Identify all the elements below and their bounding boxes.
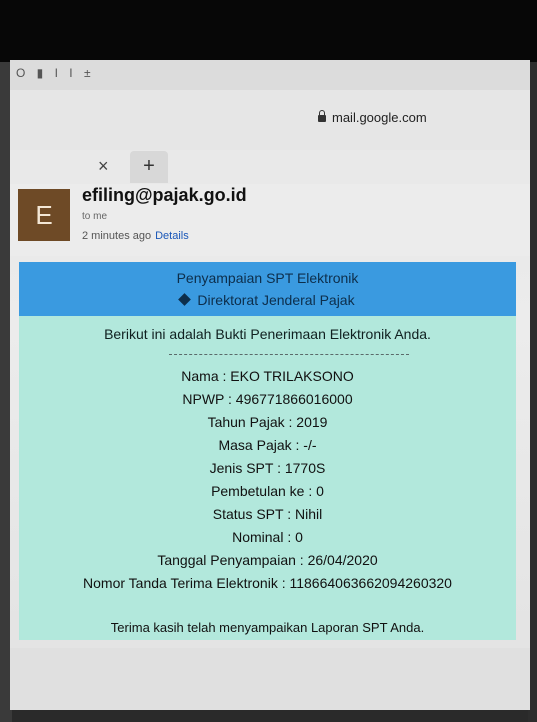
new-tab-button[interactable]: + — [130, 151, 168, 183]
field-nominal: Nominal : 0 — [232, 529, 303, 545]
field-tanggal: Tanggal Penyampaian : 26/04/2020 — [157, 552, 378, 568]
dashed-divider — [169, 354, 409, 355]
banner-subtitle-line: Direktorat Jenderal Pajak — [19, 292, 516, 308]
details-link[interactable]: Details — [155, 230, 189, 242]
banner-title: Penyampaian SPT Elektronik — [176, 270, 359, 286]
email-timestamp: 2 minutes ago Details — [82, 230, 189, 242]
field-nama: Nama : EKO TRILAKSONO — [181, 368, 354, 384]
email-header: E efiling@pajak.go.id to me 2 minutes ag… — [10, 184, 530, 256]
tab-bar: × + — [10, 150, 530, 184]
photo-dark-top — [0, 0, 537, 62]
banner-subtitle: Direktorat Jenderal Pajak — [197, 292, 355, 308]
field-status-spt: Status SPT : Nihil — [212, 506, 323, 522]
close-icon[interactable]: × — [98, 156, 109, 177]
phone-screen: O ▮ I I ± mail.google.com × + E efiling@… — [10, 60, 530, 710]
field-npwp: NPWP : 496771866016000 — [182, 391, 353, 407]
time-text: 2 minutes ago — [82, 230, 152, 242]
field-pembetulan: Pembetulan ke : 0 — [211, 483, 324, 499]
avatar: E — [18, 189, 70, 241]
url-text: mail.google.com — [332, 110, 427, 125]
receipt-card: Penyampaian SPT Elektronik Direktorat Je… — [19, 262, 516, 640]
lock-icon — [318, 110, 326, 122]
address-bar[interactable]: mail.google.com — [10, 90, 530, 150]
receipt-intro: Berikut ini adalah Bukti Penerimaan Elek… — [104, 326, 431, 342]
status-icons: O ▮ I I ± — [16, 66, 95, 80]
email-blank-area — [10, 648, 530, 710]
sender-address: efiling@pajak.go.id — [82, 185, 247, 205]
field-jenis-spt: Jenis SPT : 1770S — [209, 460, 326, 476]
url-display[interactable]: mail.google.com — [318, 110, 427, 125]
field-nomor-tanda-terima: Nomor Tanda Terima Elektronik : 11866406… — [83, 575, 452, 591]
field-masa-pajak: Masa Pajak : -/- — [218, 437, 317, 453]
diamond-icon — [178, 293, 192, 306]
field-tahun-pajak: Tahun Pajak : 2019 — [207, 414, 328, 430]
thanks-message: Terima kasih telah menyampaikan Laporan … — [110, 620, 425, 635]
recipient-label: to me — [82, 211, 108, 222]
status-bar: O ▮ I I ± — [10, 60, 530, 90]
receipt-banner: Penyampaian SPT Elektronik Direktorat Je… — [19, 262, 516, 316]
